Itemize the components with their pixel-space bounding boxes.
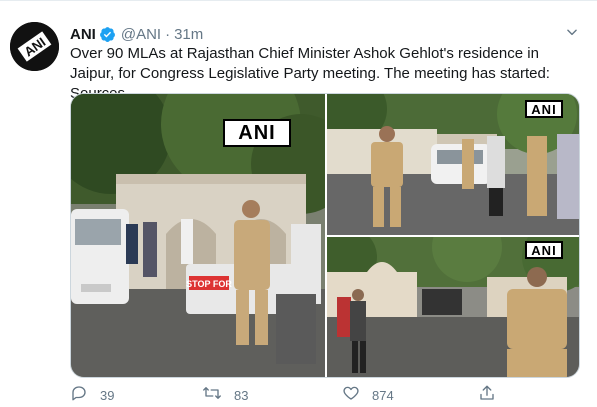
ani-watermark: ANI	[525, 100, 563, 118]
chevron-down-icon[interactable]	[562, 22, 582, 42]
verified-badge-icon	[99, 26, 116, 43]
photo-3[interactable]: ANI	[327, 237, 579, 377]
photo-1[interactable]: STOP FOR ANI	[71, 94, 325, 377]
heart-icon	[342, 384, 360, 407]
reply-button[interactable]: 39	[70, 384, 115, 407]
share-button[interactable]	[478, 384, 496, 407]
ani-watermark: ANI	[223, 119, 291, 147]
separator-dot: ·	[165, 25, 171, 43]
retweet-count: 83	[234, 387, 249, 403]
reply-icon	[70, 384, 88, 407]
ani-logo: ANI	[10, 22, 59, 71]
retweet-icon	[202, 384, 222, 407]
ani-watermark: ANI	[525, 241, 563, 259]
media-grid: STOP FOR ANI ANI ANI	[70, 93, 580, 378]
share-icon	[478, 384, 496, 407]
timestamp[interactable]: 31m	[174, 26, 203, 43]
tweet-header: ANI @ANI · 31m	[70, 24, 203, 44]
action-bar: 39 83 874	[62, 384, 522, 407]
reply-count: 39	[100, 387, 115, 403]
photo-2[interactable]: ANI	[327, 94, 579, 235]
svg-text:STOP FOR: STOP FOR	[186, 279, 232, 289]
like-count: 874	[372, 387, 394, 403]
retweet-button[interactable]: 83	[202, 386, 248, 404]
author-handle[interactable]: @ANI	[121, 26, 161, 43]
divider	[0, 0, 597, 1]
author-name[interactable]: ANI	[70, 26, 96, 43]
avatar[interactable]: ANI	[10, 22, 59, 71]
like-button[interactable]: 874	[342, 386, 394, 404]
tweet-card[interactable]: ANI ANI @ANI · 31m Over 90 MLAs at Rajas…	[0, 0, 597, 404]
